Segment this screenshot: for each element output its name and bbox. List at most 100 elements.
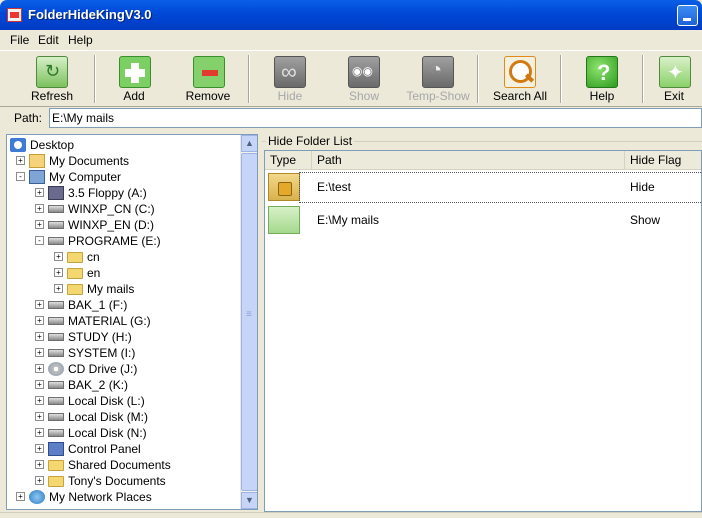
window-title: FolderHideKingV3.0	[28, 7, 152, 22]
tree-scrollbar[interactable]: ▲ ▼	[240, 135, 257, 509]
group-caption: Hide Folder List	[266, 134, 355, 148]
expand-icon[interactable]: +	[54, 268, 63, 277]
expand-icon[interactable]: +	[35, 476, 44, 485]
expand-icon[interactable]: +	[35, 460, 44, 469]
list-header: Type Path Hide Flag	[265, 151, 701, 170]
exit-label: Exit	[663, 89, 684, 103]
path-field[interactable]: E:\My mails	[49, 108, 702, 128]
menu-edit[interactable]: Edit	[38, 33, 59, 47]
folder-icon	[67, 268, 83, 279]
add-icon	[119, 56, 151, 88]
expand-icon[interactable]: +	[35, 316, 44, 325]
expand-icon[interactable]: +	[35, 380, 44, 389]
drive-icon	[48, 381, 64, 389]
tree-item-label: Local Disk (L:)	[68, 394, 145, 408]
hide-folder-panel: Hide Folder List Type Path Hide Flag E:\…	[262, 134, 702, 512]
path-bar: Path: E:\My mails	[0, 108, 702, 129]
show-icon	[348, 56, 380, 88]
expand-icon[interactable]: +	[35, 428, 44, 437]
add-button[interactable]: Add	[98, 51, 170, 107]
toolbar: Refresh Add Remove Hide Show Temp-Show S…	[0, 50, 702, 107]
expand-icon[interactable]: +	[35, 364, 44, 373]
temp-show-label: Temp-Show	[406, 89, 470, 103]
row-flag: Hide	[630, 180, 655, 194]
scroll-up-icon[interactable]: ▲	[241, 135, 257, 152]
tree-item-label: Control Panel	[68, 442, 141, 456]
drive-icon	[48, 413, 64, 421]
tree-item-label: Local Disk (N:)	[68, 426, 147, 440]
floppy-icon	[48, 186, 64, 200]
hide-button[interactable]: Hide	[254, 51, 326, 107]
scroll-thumb[interactable]	[241, 153, 257, 491]
expand-icon[interactable]: +	[35, 300, 44, 309]
column-header-path[interactable]: Path	[312, 151, 625, 169]
refresh-button[interactable]: Refresh	[12, 51, 92, 107]
tree-item-label: Local Disk (M:)	[68, 410, 149, 424]
tree-item-label: My Documents	[49, 154, 130, 168]
refresh-icon	[36, 56, 68, 88]
tree-item-label: Desktop	[30, 138, 75, 152]
locked-folder-icon	[268, 173, 300, 201]
toolbar-separator	[477, 55, 479, 103]
expand-icon[interactable]: +	[35, 204, 44, 213]
folder-tree[interactable]: + My Network Places + Tony's Documents + Shar…	[6, 134, 258, 510]
menu-bar: File Edit Help	[0, 30, 702, 50]
row-path: E:\My mails	[317, 213, 380, 227]
tree-item-label: My Computer	[49, 170, 122, 184]
hide-icon	[274, 56, 306, 88]
toolbar-separator	[94, 55, 96, 103]
temp-show-icon	[422, 56, 454, 88]
folder-icon	[48, 460, 64, 471]
drive-icon	[48, 333, 64, 341]
expand-icon[interactable]: +	[35, 332, 44, 341]
search-all-label: Search All	[492, 89, 548, 103]
expand-icon[interactable]: +	[54, 252, 63, 261]
list-row[interactable]: E:\test Hide	[265, 171, 701, 204]
cd-icon	[48, 362, 64, 376]
expand-icon[interactable]: +	[54, 284, 63, 293]
minimize-button[interactable]	[677, 5, 698, 26]
tree-item-label: WINXP_EN (D:)	[68, 218, 155, 232]
network-icon	[29, 490, 45, 504]
hide-folder-list[interactable]: Type Path Hide Flag E:\test Hide E:\My m…	[264, 150, 702, 512]
collapse-icon[interactable]: -	[16, 172, 25, 181]
search-all-button[interactable]: Search All	[482, 51, 558, 107]
collapse-icon[interactable]: -	[35, 236, 44, 245]
menu-help[interactable]: Help	[68, 33, 93, 47]
app-icon	[7, 8, 22, 22]
tree-item-label: My Network Places	[49, 490, 152, 504]
column-header-hide-flag[interactable]: Hide Flag	[625, 151, 701, 169]
exit-icon	[659, 56, 691, 88]
temp-show-button[interactable]: Temp-Show	[402, 51, 474, 107]
help-label: Help	[589, 89, 615, 103]
expand-icon[interactable]: +	[35, 188, 44, 197]
expand-icon[interactable]: +	[35, 412, 44, 421]
tree-item-label: cn	[87, 250, 100, 264]
exit-button[interactable]: Exit	[646, 51, 702, 107]
tree-item-label: SYSTEM (I:)	[68, 346, 136, 360]
folder-icon	[67, 252, 83, 263]
help-icon	[586, 56, 618, 88]
hide-label: Hide	[277, 89, 303, 103]
expand-icon[interactable]: +	[35, 220, 44, 229]
expand-icon[interactable]: +	[35, 348, 44, 357]
expand-icon[interactable]: +	[35, 444, 44, 453]
menu-file[interactable]: File	[10, 33, 29, 47]
help-button[interactable]: Help	[566, 51, 638, 107]
remove-button[interactable]: Remove	[172, 51, 244, 107]
expand-icon[interactable]: +	[16, 492, 25, 501]
tree-item-label: WINXP_CN (C:)	[68, 202, 155, 216]
status-strip	[0, 512, 702, 518]
tree-item-label: MATERIAL (G:)	[68, 314, 151, 328]
tree-item-label: STUDY (H:)	[68, 330, 132, 344]
toolbar-separator	[560, 55, 562, 103]
column-header-type[interactable]: Type	[265, 151, 312, 169]
expand-icon[interactable]: +	[16, 156, 25, 165]
list-row[interactable]: E:\My mails Show	[265, 204, 701, 237]
remove-icon	[193, 56, 225, 88]
row-flag: Show	[630, 213, 661, 227]
scroll-down-icon[interactable]: ▼	[241, 492, 257, 509]
show-button[interactable]: Show	[328, 51, 400, 107]
drive-icon	[48, 317, 64, 325]
expand-icon[interactable]: +	[35, 396, 44, 405]
